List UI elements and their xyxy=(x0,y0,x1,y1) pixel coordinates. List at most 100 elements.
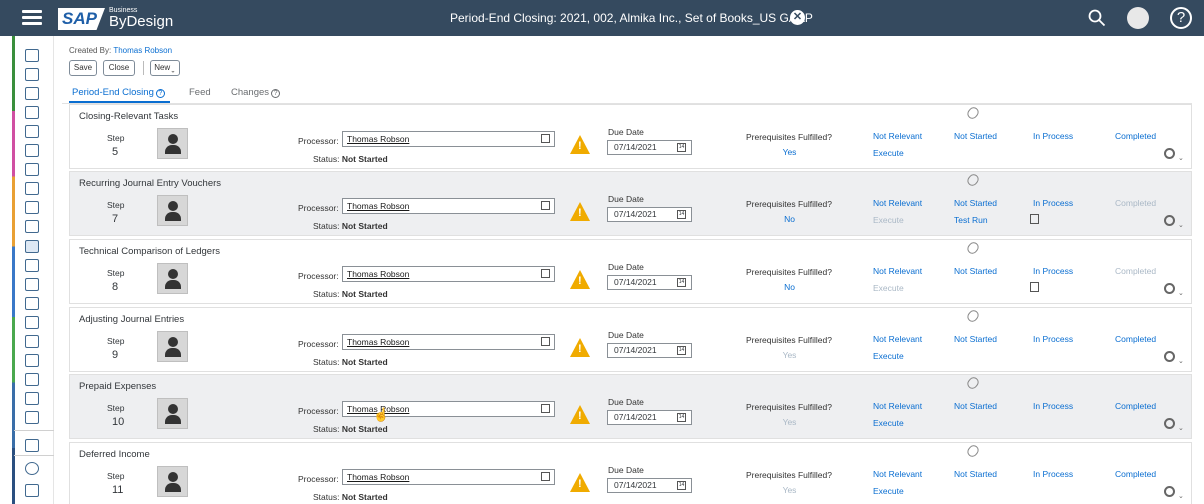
processor-name[interactable]: Thomas Robson xyxy=(347,472,409,482)
processor-name[interactable]: Thomas Robson xyxy=(347,201,409,211)
due-date-field[interactable]: 07/14/2021 14 xyxy=(607,275,692,290)
value-help-icon[interactable] xyxy=(541,201,550,210)
execute-link[interactable]: Execute xyxy=(873,215,904,225)
attachment-icon[interactable] xyxy=(965,375,981,391)
execute-link[interactable]: Execute xyxy=(873,418,904,428)
due-date-field[interactable]: 07/14/2021 14 xyxy=(607,410,692,425)
execute-link[interactable]: Execute xyxy=(873,486,904,496)
document-icon[interactable] xyxy=(1030,282,1039,292)
clock-icon[interactable] xyxy=(25,462,39,475)
completed-link[interactable]: Completed xyxy=(1115,469,1156,479)
calendar-icon[interactable] xyxy=(25,125,39,138)
not-started-link[interactable]: Not Started xyxy=(954,266,997,276)
execute-link[interactable]: Execute xyxy=(873,148,904,158)
attachment-icon[interactable] xyxy=(965,308,981,324)
chevron-down-icon[interactable]: ⌄ xyxy=(1178,492,1184,500)
due-date-field[interactable]: 07/14/2021 14 xyxy=(607,140,692,155)
attachment-icon[interactable] xyxy=(965,240,981,256)
test-run-link[interactable]: Test Run xyxy=(954,215,988,225)
due-date-field[interactable]: 07/14/2021 14 xyxy=(607,343,692,358)
org-icon[interactable] xyxy=(25,354,39,367)
user-edit-icon[interactable] xyxy=(25,106,39,119)
checklist-icon[interactable] xyxy=(25,49,39,62)
help-icon[interactable]: ? xyxy=(1170,7,1192,29)
chevron-down-icon[interactable]: ⌄ xyxy=(1178,357,1184,365)
processor-avatar[interactable] xyxy=(157,398,188,429)
building-icon[interactable] xyxy=(25,316,39,329)
processor-field[interactable]: Thomas Robson xyxy=(342,131,555,147)
menu-list-icon[interactable] xyxy=(25,439,39,452)
settings-gear-icon[interactable] xyxy=(1164,215,1175,226)
value-help-icon[interactable] xyxy=(541,134,550,143)
not-started-link[interactable]: Not Started xyxy=(954,334,997,344)
in-process-link[interactable]: In Process xyxy=(1033,198,1073,208)
created-by-name[interactable]: Thomas Robson xyxy=(113,46,172,55)
completed-link[interactable]: Completed xyxy=(1115,131,1156,141)
processor-name[interactable]: Thomas Robson xyxy=(347,269,409,279)
tab-changes[interactable]: Changes? xyxy=(231,87,281,98)
chevron-down-icon[interactable]: ⌄ xyxy=(1178,221,1184,229)
processor-field[interactable]: Thomas Robson xyxy=(342,198,555,214)
completed-link[interactable]: Completed xyxy=(1115,266,1156,276)
calendar-icon[interactable]: 14 xyxy=(677,481,686,490)
invoice-icon[interactable] xyxy=(25,278,39,291)
attachment-icon[interactable] xyxy=(965,105,981,121)
settings-gear-icon[interactable] xyxy=(1164,486,1175,497)
not-started-link[interactable]: Not Started xyxy=(954,469,997,479)
processor-avatar[interactable] xyxy=(157,195,188,226)
in-process-link[interactable]: In Process xyxy=(1033,266,1073,276)
processor-avatar[interactable] xyxy=(157,466,188,497)
not-relevant-link[interactable]: Not Relevant xyxy=(873,131,922,141)
execute-link[interactable]: Execute xyxy=(873,283,904,293)
in-process-link[interactable]: In Process xyxy=(1033,334,1073,344)
currency-doc-icon[interactable] xyxy=(25,335,39,348)
value-help-icon[interactable] xyxy=(541,337,550,346)
tab-feed[interactable]: Feed xyxy=(189,87,211,98)
inbox-icon[interactable] xyxy=(25,144,39,157)
attachment-icon[interactable] xyxy=(965,172,981,188)
processor-avatar[interactable] xyxy=(157,128,188,159)
calendar-icon[interactable]: 14 xyxy=(677,143,686,152)
not-relevant-link[interactable]: Not Relevant xyxy=(873,401,922,411)
hamburger-menu-icon[interactable] xyxy=(22,10,42,26)
due-date-field[interactable]: 07/14/2021 14 xyxy=(607,478,692,493)
settings-gear-icon[interactable] xyxy=(1164,351,1175,362)
sap-bydesign-logo[interactable]: SAP Business ByDesign xyxy=(58,6,173,30)
due-date-field[interactable]: 07/14/2021 14 xyxy=(607,207,692,222)
processor-avatar[interactable] xyxy=(157,263,188,294)
calendar-icon[interactable]: 14 xyxy=(677,210,686,219)
shield-icon[interactable] xyxy=(25,392,39,405)
report-icon[interactable] xyxy=(25,259,39,272)
not-relevant-link[interactable]: Not Relevant xyxy=(873,469,922,479)
in-process-link[interactable]: In Process xyxy=(1033,401,1073,411)
processor-name[interactable]: Thomas Robson xyxy=(347,337,409,347)
lock-icon[interactable] xyxy=(25,411,39,424)
flag-icon[interactable] xyxy=(25,484,39,497)
not-started-link[interactable]: Not Started xyxy=(954,131,997,141)
save-button[interactable]: Save xyxy=(69,60,97,76)
chevron-down-icon[interactable]: ⌄ xyxy=(1178,424,1184,432)
not-started-link[interactable]: Not Started xyxy=(954,198,997,208)
settings-gear-icon[interactable] xyxy=(1164,283,1175,294)
not-relevant-link[interactable]: Not Relevant xyxy=(873,266,922,276)
value-help-icon[interactable] xyxy=(541,404,550,413)
processor-avatar[interactable] xyxy=(157,331,188,362)
in-process-link[interactable]: In Process xyxy=(1033,469,1073,479)
search-icon[interactable] xyxy=(1088,9,1106,27)
chevron-down-icon[interactable]: ⌄ xyxy=(1178,154,1184,162)
list-icon[interactable] xyxy=(25,240,39,253)
bank-icon[interactable] xyxy=(25,201,39,214)
processor-field[interactable]: Thomas Robson xyxy=(342,469,555,485)
not-relevant-link[interactable]: Not Relevant xyxy=(873,334,922,344)
execute-link[interactable]: Execute xyxy=(873,351,904,361)
processor-field[interactable]: Thomas Robson xyxy=(342,266,555,282)
in-process-link[interactable]: In Process xyxy=(1033,131,1073,141)
close-button[interactable]: Close xyxy=(103,60,135,76)
completed-link[interactable]: Completed xyxy=(1115,198,1156,208)
calendar-icon[interactable]: 14 xyxy=(677,346,686,355)
calendar-icon[interactable]: 14 xyxy=(677,413,686,422)
value-help-icon[interactable] xyxy=(541,269,550,278)
value-help-icon[interactable] xyxy=(541,472,550,481)
user-avatar[interactable] xyxy=(1127,7,1149,29)
document-icon[interactable] xyxy=(1030,214,1039,224)
